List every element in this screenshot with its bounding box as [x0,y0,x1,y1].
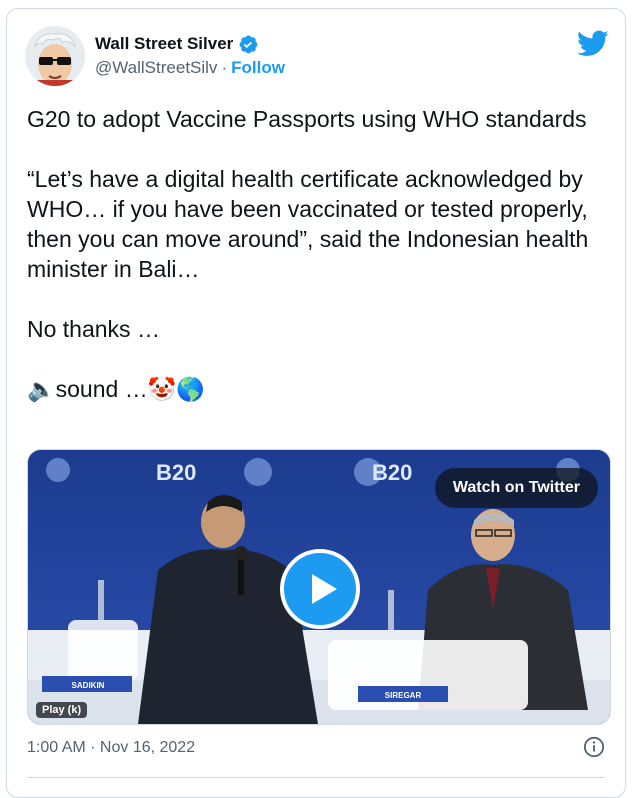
nameplate-right: SIREGAR [385,691,422,700]
twitter-bird-icon[interactable] [577,27,609,59]
handle[interactable]: @WallStreetSilv [95,58,217,78]
handle-separator: · [221,58,228,77]
watch-on-twitter-button[interactable]: Watch on Twitter [434,468,598,508]
backdrop-logo-right: B20 [372,460,412,485]
backdrop-logo-left: B20 [156,460,196,485]
tweet-text: G20 to adopt Vaccine Passports using WHO… [27,106,589,402]
footer-divider [27,777,605,778]
play-tooltip: Play (k) [36,702,88,718]
avatar-icon [25,26,85,86]
verified-badge-icon [239,35,258,53]
tweet-timestamp[interactable]: 1:00 AM · Nov 16, 2022 [27,739,195,757]
tweet-card: Wall Street Silver @WallStreetSilv · Fol… [6,8,626,798]
author-block: Wall Street Silver @WallStreetSilv · Fol… [95,32,285,78]
avatar[interactable] [25,26,85,86]
video-player[interactable]: B20 B20 SADIKIN SIREGAR Watch on Twitter… [27,449,611,725]
follow-button[interactable]: Follow [231,58,285,78]
display-name[interactable]: Wall Street Silver [95,34,233,54]
play-icon[interactable] [280,549,360,629]
info-icon[interactable] [583,736,605,758]
nameplate-left: SADIKIN [72,681,105,690]
